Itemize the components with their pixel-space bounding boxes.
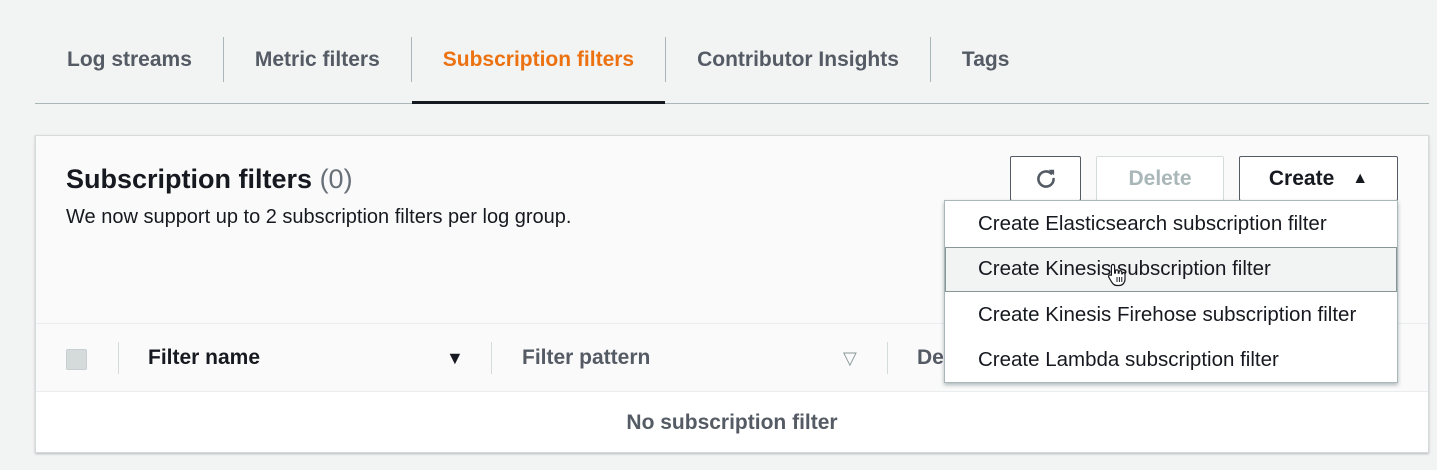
- column-filter-pattern[interactable]: Filter pattern: [522, 346, 650, 370]
- tab-metric-filters[interactable]: Metric filters: [224, 20, 411, 103]
- tab-contributor-insights[interactable]: Contributor Insights: [666, 20, 930, 103]
- panel-title: Subscription filters (0): [66, 164, 353, 195]
- refresh-button[interactable]: [1010, 156, 1081, 201]
- filter-count: (0): [319, 164, 353, 194]
- delete-button[interactable]: Delete: [1096, 156, 1224, 201]
- sort-none-icon[interactable]: ▽: [843, 348, 857, 369]
- tab-log-streams[interactable]: Log streams: [35, 20, 223, 103]
- tab-subscription-filters[interactable]: Subscription filters: [411, 20, 666, 104]
- menu-item-elasticsearch[interactable]: Create Elasticsearch subscription filter: [945, 201, 1397, 247]
- sort-descending-icon[interactable]: ▼: [446, 348, 464, 369]
- column-filter-name[interactable]: Filter name: [148, 346, 260, 370]
- create-button-label: Create: [1268, 166, 1335, 190]
- create-dropdown-menu: Create Elasticsearch subscription filter…: [944, 200, 1398, 383]
- panel-title-text: Subscription filters: [66, 164, 313, 194]
- panel-description: We now support up to 2 subscription filt…: [66, 206, 572, 228]
- column-divider: [118, 342, 119, 374]
- tab-tags[interactable]: Tags: [931, 20, 1040, 103]
- hand-pointer-icon: [1107, 263, 1126, 287]
- tab-bar: Log streams Metric filters Subscription …: [35, 20, 1429, 104]
- menu-item-kinesis-firehose[interactable]: Create Kinesis Firehose subscription fil…: [945, 292, 1397, 338]
- caret-up-icon: ▲: [1352, 169, 1369, 187]
- select-all-checkbox[interactable]: [66, 349, 87, 370]
- column-divider: [491, 342, 492, 374]
- create-button[interactable]: Create ▲: [1239, 156, 1398, 201]
- menu-item-kinesis[interactable]: Create Kinesis subscription filter: [945, 246, 1397, 292]
- menu-item-lambda[interactable]: Create Lambda subscription filter: [945, 338, 1397, 384]
- refresh-icon: [1036, 169, 1055, 188]
- empty-state-text: No subscription filter: [626, 411, 838, 434]
- column-divider: [887, 342, 888, 374]
